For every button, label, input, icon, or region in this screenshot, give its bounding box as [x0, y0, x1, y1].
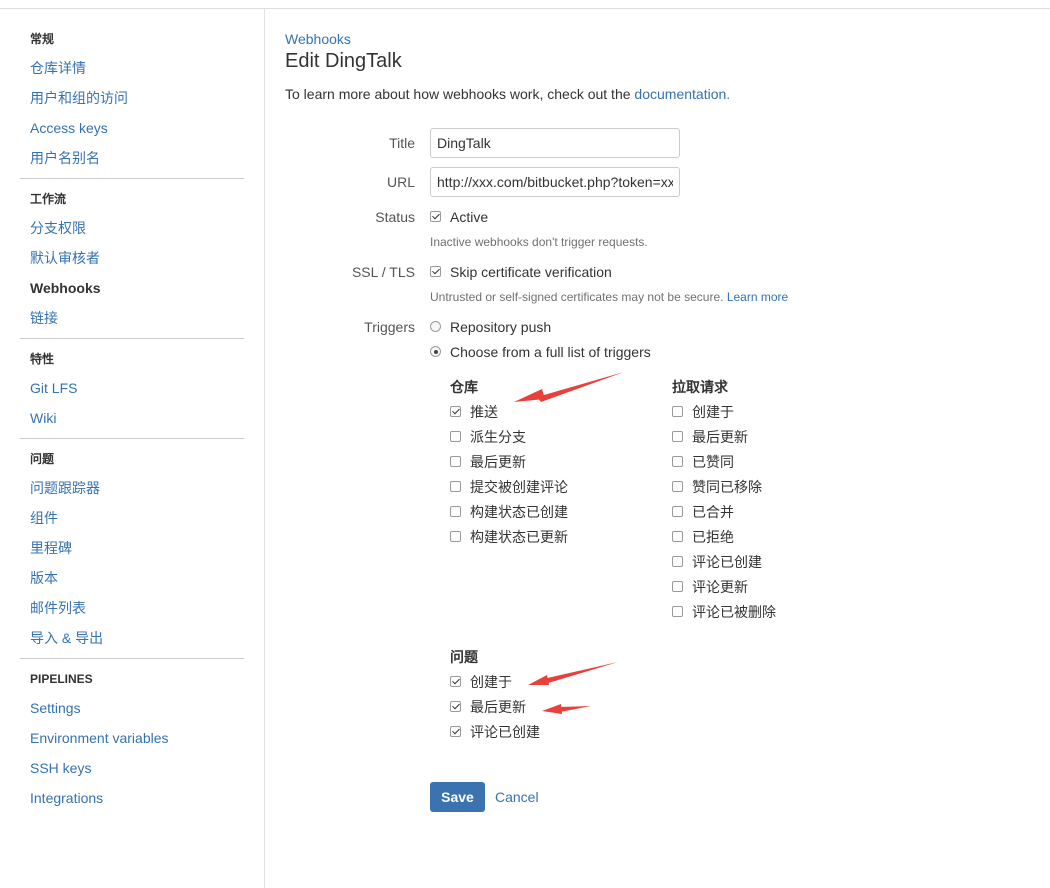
trigger-repo-build-updated: 构建状态已更新	[470, 529, 568, 545]
trigger-repo-updated: 最后更新	[470, 454, 526, 470]
status-help-text: Inactive webhooks don't trigger requests…	[430, 235, 648, 249]
status-label: Status	[375, 209, 415, 225]
trigger-pr-declined: 已拒绝	[692, 529, 734, 545]
trigger-checkbox[interactable]	[450, 506, 461, 517]
ssl-help-text: Untrusted or self-signed certificates ma…	[430, 289, 788, 305]
trigger-repo-push: 推送	[470, 404, 498, 420]
trigger-repo-push-label: Repository push	[450, 319, 552, 335]
trigger-checkbox[interactable]	[450, 531, 461, 542]
url-label: URL	[386, 174, 415, 190]
trigger-repo-build-created: 构建状态已创建	[470, 504, 568, 520]
sidebar-item-integrations[interactable]: Integrations	[30, 788, 103, 808]
trigger-checkbox[interactable]	[672, 431, 683, 442]
sidebar-heading-pipelines: PIPELINES	[30, 672, 93, 686]
trigger-checkbox[interactable]	[672, 456, 683, 467]
ssl-tls-label: SSL / TLS	[351, 264, 415, 280]
trigger-checkbox[interactable]	[450, 726, 461, 737]
trigger-group-pull-request-heading: 拉取请求	[672, 379, 728, 395]
trigger-pr-approval-removed: 赞同已移除	[692, 479, 762, 495]
trigger-repo-fork: 派生分支	[470, 429, 526, 445]
cancel-link[interactable]: Cancel	[495, 788, 539, 806]
trigger-checkbox[interactable]	[450, 406, 461, 417]
sidebar-item-issue-tracker[interactable]: 问题跟踪器	[30, 478, 100, 498]
breadcrumb-webhooks[interactable]: Webhooks	[285, 30, 351, 48]
sidebar-item-ssh-keys[interactable]: SSH keys	[30, 758, 91, 778]
trigger-pr-comment-deleted: 评论已被删除	[692, 604, 776, 620]
sidebar-heading-workflow: 工作流	[30, 192, 67, 206]
sidebar-item-links[interactable]: 链接	[30, 308, 58, 328]
url-input[interactable]	[430, 167, 680, 197]
trigger-checkbox[interactable]	[450, 431, 461, 442]
trigger-pr-merged: 已合并	[692, 504, 734, 520]
sidebar-heading-features: 特性	[30, 352, 55, 366]
sidebar-item-mailing-list[interactable]: 邮件列表	[30, 598, 86, 618]
trigger-checkbox[interactable]	[450, 456, 461, 467]
sidebar-item-user-group-access[interactable]: 用户和组的访问	[30, 88, 128, 108]
sidebar-divider	[20, 178, 244, 179]
sidebar-item-access-keys[interactable]: Access keys	[30, 118, 108, 138]
trigger-checkbox[interactable]	[672, 406, 683, 417]
sidebar-item-branch-permissions[interactable]: 分支权限	[30, 218, 86, 238]
sidebar-item-environment-variables[interactable]: Environment variables	[30, 728, 169, 748]
trigger-checkbox[interactable]	[672, 481, 683, 492]
title-label: Title	[389, 135, 415, 151]
page-title: Edit DingTalk	[285, 50, 402, 72]
trigger-repo-commit-comment: 提交被创建评论	[470, 479, 568, 495]
trigger-issue-comment-created: 评论已创建	[470, 724, 540, 740]
sidebar-item-versions[interactable]: 版本	[30, 568, 58, 588]
trigger-checkbox[interactable]	[672, 606, 683, 617]
trigger-issue-created: 创建于	[470, 674, 512, 690]
trigger-group-issue-heading: 问题	[450, 649, 478, 665]
sidebar-item-pipelines-settings[interactable]: Settings	[30, 698, 81, 718]
trigger-issue-updated: 最后更新	[470, 699, 526, 715]
sidebar-item-wiki[interactable]: Wiki	[30, 408, 56, 428]
status-active-checkbox[interactable]	[430, 211, 441, 222]
trigger-checkbox[interactable]	[672, 506, 683, 517]
sidebar-item-components[interactable]: 组件	[30, 508, 58, 528]
settings-sidebar	[0, 9, 265, 888]
sidebar-item-milestones[interactable]: 里程碑	[30, 538, 72, 558]
trigger-checkbox[interactable]	[672, 556, 683, 567]
sidebar-divider	[20, 338, 244, 339]
ssl-help-body: Untrusted or self-signed certificates ma…	[430, 290, 727, 304]
sidebar-item-repo-details[interactable]: 仓库详情	[30, 58, 86, 78]
trigger-full-list-radio[interactable]	[430, 346, 441, 357]
sidebar-item-webhooks[interactable]: Webhooks	[30, 278, 101, 298]
sidebar-heading-issues: 问题	[30, 452, 55, 466]
trigger-checkbox[interactable]	[450, 676, 461, 687]
sidebar-item-git-lfs[interactable]: Git LFS	[30, 378, 77, 398]
learn-more-link[interactable]: Learn more	[727, 290, 788, 304]
trigger-full-list-label: Choose from a full list of triggers	[450, 344, 651, 360]
intro-text: To learn more about how webhooks work, c…	[285, 85, 730, 103]
trigger-group-repository-heading: 仓库	[450, 379, 478, 395]
intro-text-body: To learn more about how webhooks work, c…	[285, 86, 635, 102]
title-input[interactable]	[430, 128, 680, 158]
skip-cert-verification-checkbox[interactable]	[430, 266, 441, 277]
sidebar-item-import-export[interactable]: 导入 & 导出	[30, 628, 103, 648]
red-arrow-annotation	[514, 372, 624, 402]
status-active-label: Active	[450, 209, 489, 225]
sidebar-item-username-aliases[interactable]: 用户名别名	[30, 148, 100, 168]
sidebar-divider	[20, 658, 244, 659]
trigger-pr-updated: 最后更新	[692, 429, 748, 445]
trigger-checkbox[interactable]	[450, 701, 461, 712]
trigger-checkbox[interactable]	[450, 481, 461, 492]
red-arrow-annotation	[528, 662, 618, 685]
trigger-pr-comment-created: 评论已创建	[692, 554, 762, 570]
triggers-label: Triggers	[364, 319, 415, 335]
trigger-pr-comment-updated: 评论更新	[692, 579, 748, 595]
documentation-link[interactable]: documentation.	[634, 86, 730, 102]
trigger-pr-approved: 已赞同	[692, 454, 734, 470]
trigger-pr-created: 创建于	[692, 404, 734, 420]
skip-cert-verification-label: Skip certificate verification	[450, 264, 612, 280]
red-arrow-annotation	[542, 704, 591, 714]
trigger-checkbox[interactable]	[672, 581, 683, 592]
save-button[interactable]: Save	[430, 782, 485, 812]
sidebar-item-default-reviewers[interactable]: 默认审核者	[30, 248, 100, 268]
sidebar-divider	[20, 438, 244, 439]
trigger-repo-push-radio[interactable]	[430, 321, 441, 332]
trigger-checkbox[interactable]	[672, 531, 683, 542]
sidebar-heading-general: 常规	[30, 32, 55, 46]
